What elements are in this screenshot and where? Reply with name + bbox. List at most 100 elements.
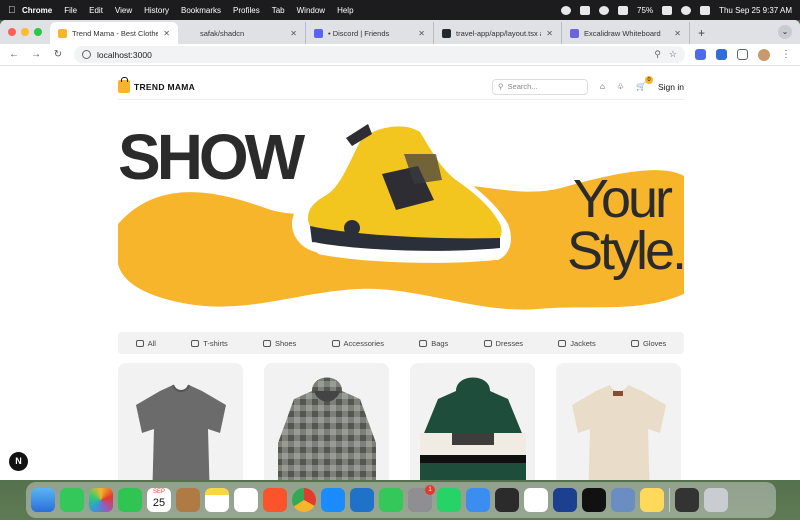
forward-icon[interactable]: →	[30, 49, 42, 60]
menu-view[interactable]: View	[115, 6, 132, 15]
category-shoes[interactable]: Shoes	[263, 339, 296, 348]
menu-window[interactable]: Window	[297, 6, 325, 15]
category-gloves[interactable]: Gloves	[630, 338, 667, 348]
browser-tab[interactable]: travel-app/app/layout.tsx at m ✕	[434, 22, 562, 44]
minimize-window-button[interactable]	[21, 28, 29, 36]
browser-tab[interactable]: • Discord | Friends ✕	[306, 22, 434, 44]
menu-history[interactable]: History	[144, 6, 169, 15]
keyboard-icon[interactable]	[618, 5, 629, 15]
record-icon[interactable]	[561, 5, 572, 15]
category-bags[interactable]: Bags	[419, 339, 448, 348]
wifi-icon[interactable]	[681, 5, 692, 15]
close-tab-icon[interactable]: ✕	[290, 29, 297, 38]
mail-icon[interactable]	[466, 488, 490, 512]
focus-icon[interactable]	[599, 5, 610, 15]
freeform-icon[interactable]	[234, 488, 258, 512]
category-tshirts[interactable]: T-shirts	[191, 339, 228, 348]
menu-profiles[interactable]: Profiles	[233, 6, 260, 15]
xppen-icon[interactable]	[582, 488, 606, 512]
reload-icon[interactable]: ↻	[52, 49, 64, 60]
menubar-clock[interactable]: Thu Sep 25 9:37 AM	[719, 6, 792, 15]
tab-search-icon[interactable]: ⌄	[778, 25, 792, 39]
product-grid	[118, 363, 684, 480]
vscode-icon[interactable]	[350, 488, 374, 512]
close-window-button[interactable]	[8, 28, 16, 36]
chrome-icon[interactable]	[292, 488, 316, 512]
category-icon	[135, 339, 144, 347]
menu-file[interactable]: File	[64, 6, 77, 15]
chrome-menu-icon[interactable]: ⋮	[780, 49, 792, 60]
bookmark-star-icon[interactable]: ☆	[669, 49, 677, 60]
product-card[interactable]	[264, 363, 389, 480]
browser-tab[interactable]: safak/shadcn ✕	[178, 22, 306, 44]
category-label: Gloves	[642, 338, 667, 348]
finder-icon[interactable]	[31, 488, 55, 512]
system-settings-icon[interactable]: 1	[408, 485, 435, 512]
category-icon	[483, 339, 492, 347]
home-icon[interactable]: ⌂	[600, 82, 605, 91]
zoom-window-button[interactable]	[34, 28, 42, 36]
trash-icon[interactable]	[704, 488, 728, 512]
browser-tab[interactable]: Trend Mama - Best Clothes ✕	[50, 22, 178, 44]
site-header: TREND MAMA ⚲ Search... ⌂ ♧ 🛒 0 Sign in	[118, 74, 684, 100]
category-jackets[interactable]: Jackets	[558, 339, 596, 348]
search-input[interactable]: ⚲ Search...	[492, 78, 589, 95]
browser-tab[interactable]: Excalidraw Whiteboard ✕	[562, 22, 690, 44]
battery-percent: 75%	[637, 5, 654, 15]
apple-icon[interactable]: 	[8, 5, 22, 16]
tips-icon[interactable]	[640, 488, 664, 512]
close-tab-icon[interactable]: ✕	[163, 29, 170, 38]
close-tab-icon[interactable]: ✕	[546, 29, 553, 38]
davinci-resolve-icon[interactable]	[495, 488, 519, 512]
photos-icon[interactable]	[89, 488, 113, 512]
extension-icon[interactable]	[695, 49, 706, 60]
calendar-icon[interactable]: SEP 25	[147, 488, 171, 512]
menu-tab[interactable]: Tab	[272, 6, 285, 15]
menu-edit[interactable]: Edit	[89, 6, 103, 15]
close-tab-icon[interactable]: ✕	[674, 29, 681, 38]
tab-favicon-icon	[442, 28, 451, 38]
numbers-icon[interactable]	[379, 488, 403, 512]
messages-icon[interactable]	[60, 488, 84, 512]
new-tab-button[interactable]: +	[698, 22, 705, 44]
address-bar[interactable]: localhost:3000 ⚲ ☆	[74, 46, 685, 63]
menu-app-name[interactable]: Chrome	[22, 6, 52, 15]
sign-in-button[interactable]: Sign in	[658, 82, 684, 92]
battery-icon[interactable]	[662, 5, 673, 15]
category-accessories[interactable]: Accessories	[331, 339, 384, 348]
category-dresses[interactable]: Dresses	[483, 339, 523, 348]
image-viewer-icon[interactable]	[611, 488, 635, 512]
category-all[interactable]: All	[135, 339, 156, 348]
product-card[interactable]	[556, 363, 681, 480]
brave-icon[interactable]	[263, 488, 287, 512]
zoom-icon[interactable]: ⚲	[654, 49, 661, 60]
tab-favicon-icon	[58, 28, 67, 38]
address-url[interactable]: localhost:3000	[97, 50, 152, 60]
screenshot-icon[interactable]	[675, 488, 699, 512]
category-icon	[191, 339, 200, 347]
chatgpt-icon[interactable]	[524, 488, 548, 512]
back-icon[interactable]: ←	[8, 49, 20, 60]
whatsapp-icon[interactable]	[437, 488, 461, 512]
preview-icon[interactable]	[553, 488, 577, 512]
extension-icon[interactable]	[716, 49, 727, 60]
profile-avatar[interactable]	[758, 48, 770, 61]
site-info-icon[interactable]	[82, 50, 91, 59]
bell-icon[interactable]: ♧	[617, 82, 624, 91]
menu-help[interactable]: Help	[337, 6, 353, 15]
facetime-icon[interactable]	[118, 488, 142, 512]
app-store-icon[interactable]	[321, 488, 345, 512]
menu-bookmarks[interactable]: Bookmarks	[181, 6, 221, 15]
contacts-icon[interactable]	[176, 488, 200, 512]
notes-icon[interactable]	[205, 488, 229, 512]
product-card[interactable]	[118, 363, 243, 480]
control-center-icon[interactable]	[700, 5, 711, 15]
tab-favicon-icon	[186, 28, 195, 38]
product-card[interactable]	[410, 363, 535, 480]
nextjs-dev-badge[interactable]: N	[9, 452, 28, 471]
screen-share-icon[interactable]	[580, 5, 591, 15]
site-logo[interactable]: TREND MAMA	[118, 77, 195, 93]
extensions-puzzle-icon[interactable]	[737, 49, 748, 60]
cart-icon[interactable]: 🛒	[636, 82, 646, 91]
close-tab-icon[interactable]: ✕	[418, 29, 425, 38]
